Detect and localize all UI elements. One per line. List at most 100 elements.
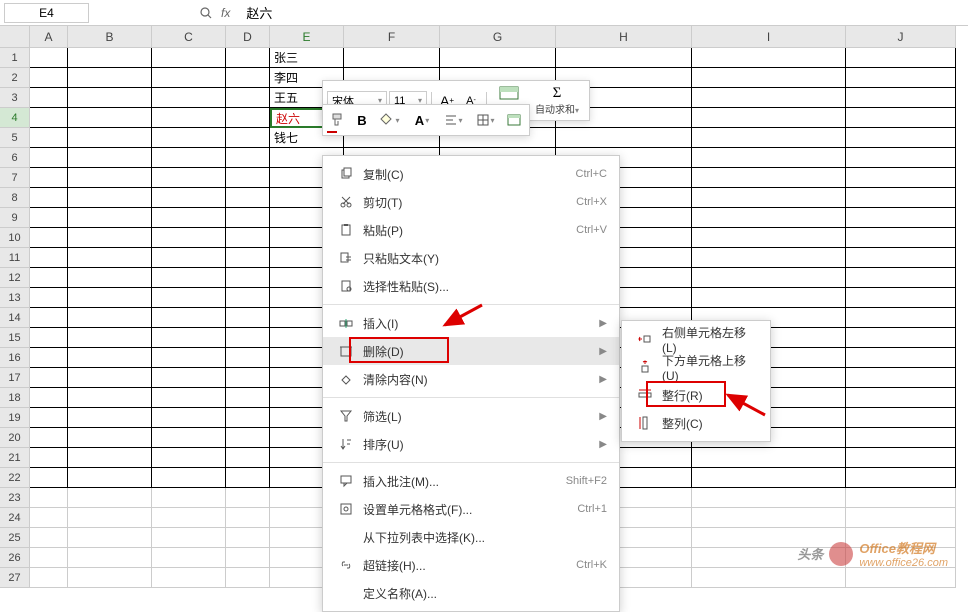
bold-button[interactable]: B — [351, 109, 373, 131]
col-header-E[interactable]: E — [270, 26, 344, 48]
cell-A24[interactable] — [30, 508, 68, 528]
cell-C15[interactable] — [152, 328, 226, 348]
cell-B4[interactable] — [68, 108, 152, 128]
cell-A20[interactable] — [30, 428, 68, 448]
cell-I13[interactable] — [692, 288, 846, 308]
cell-reference-box[interactable]: E4 — [4, 3, 89, 23]
cell-D11[interactable] — [226, 248, 270, 268]
cell-D21[interactable] — [226, 448, 270, 468]
cell-I4[interactable] — [692, 108, 846, 128]
cell-I27[interactable] — [692, 568, 846, 588]
cell-I21[interactable] — [692, 448, 846, 468]
cell-D19[interactable] — [226, 408, 270, 428]
cell-J5[interactable] — [846, 128, 956, 148]
cell-B24[interactable] — [68, 508, 152, 528]
cell-B1[interactable] — [68, 48, 152, 68]
cell-B3[interactable] — [68, 88, 152, 108]
cell-C10[interactable] — [152, 228, 226, 248]
fx-label[interactable]: fx — [221, 6, 230, 20]
cell-A26[interactable] — [30, 548, 68, 568]
cell-A25[interactable] — [30, 528, 68, 548]
cell-J2[interactable] — [846, 68, 956, 88]
cell-F1[interactable] — [344, 48, 440, 68]
cell-B11[interactable] — [68, 248, 152, 268]
cell-C27[interactable] — [152, 568, 226, 588]
cell-J12[interactable] — [846, 268, 956, 288]
cell-C19[interactable] — [152, 408, 226, 428]
menu-item-item[interactable]: 定义名称(A)... — [323, 579, 619, 607]
row-header-23[interactable]: 23 — [0, 488, 30, 508]
cell-D27[interactable] — [226, 568, 270, 588]
cell-D17[interactable] — [226, 368, 270, 388]
cell-C11[interactable] — [152, 248, 226, 268]
cell-A13[interactable] — [30, 288, 68, 308]
cell-D6[interactable] — [226, 148, 270, 168]
row-header-27[interactable]: 27 — [0, 568, 30, 588]
col-header-D[interactable]: D — [226, 26, 270, 48]
menu-item-cut[interactable]: 剪切(T)Ctrl+X — [323, 188, 619, 216]
cell-D9[interactable] — [226, 208, 270, 228]
cell-D13[interactable] — [226, 288, 270, 308]
cell-H1[interactable] — [556, 48, 692, 68]
cell-A7[interactable] — [30, 168, 68, 188]
cell-C17[interactable] — [152, 368, 226, 388]
cell-B23[interactable] — [68, 488, 152, 508]
cell-J13[interactable] — [846, 288, 956, 308]
row-header-3[interactable]: 3 — [0, 88, 30, 108]
cell-J4[interactable] — [846, 108, 956, 128]
cell-J9[interactable] — [846, 208, 956, 228]
cell-I6[interactable] — [692, 148, 846, 168]
cell-B26[interactable] — [68, 548, 152, 568]
cell-B6[interactable] — [68, 148, 152, 168]
menu-item-delete[interactable]: 删除(D)▶ — [323, 337, 619, 365]
cell-B9[interactable] — [68, 208, 152, 228]
cell-B5[interactable] — [68, 128, 152, 148]
cell-A6[interactable] — [30, 148, 68, 168]
cell-C18[interactable] — [152, 388, 226, 408]
row-header-1[interactable]: 1 — [0, 48, 30, 68]
menu-item-sort[interactable]: 排序(U)▶ — [323, 430, 619, 458]
submenu-item-shift-up[interactable]: 下方单元格上移(U) — [622, 353, 770, 381]
cell-J15[interactable] — [846, 328, 956, 348]
row-header-21[interactable]: 21 — [0, 448, 30, 468]
cell-A19[interactable] — [30, 408, 68, 428]
menu-item-comment[interactable]: 插入批注(M)...Shift+F2 — [323, 467, 619, 495]
autosum-button[interactable]: Σ 自动求和▾ — [529, 85, 585, 116]
cell-D25[interactable] — [226, 528, 270, 548]
cell-J22[interactable] — [846, 468, 956, 488]
col-header-G[interactable]: G — [440, 26, 556, 48]
cell-I10[interactable] — [692, 228, 846, 248]
row-header-5[interactable]: 5 — [0, 128, 30, 148]
cell-B16[interactable] — [68, 348, 152, 368]
cell-C2[interactable] — [152, 68, 226, 88]
cell-A4[interactable] — [30, 108, 68, 128]
cell-I22[interactable] — [692, 468, 846, 488]
cell-C22[interactable] — [152, 468, 226, 488]
row-header-14[interactable]: 14 — [0, 308, 30, 328]
cell-A15[interactable] — [30, 328, 68, 348]
cell-A3[interactable] — [30, 88, 68, 108]
cell-D23[interactable] — [226, 488, 270, 508]
cell-I8[interactable] — [692, 188, 846, 208]
cell-C4[interactable] — [152, 108, 226, 128]
row-header-26[interactable]: 26 — [0, 548, 30, 568]
cell-B14[interactable] — [68, 308, 152, 328]
row-header-7[interactable]: 7 — [0, 168, 30, 188]
cell-J14[interactable] — [846, 308, 956, 328]
menu-item-paste[interactable]: 粘贴(P)Ctrl+V — [323, 216, 619, 244]
cell-J16[interactable] — [846, 348, 956, 368]
cell-B18[interactable] — [68, 388, 152, 408]
search-icon[interactable] — [199, 6, 213, 20]
menu-item-link[interactable]: 超链接(H)...Ctrl+K — [323, 551, 619, 579]
col-header-A[interactable]: A — [30, 26, 68, 48]
cell-C9[interactable] — [152, 208, 226, 228]
cell-I12[interactable] — [692, 268, 846, 288]
row-header-13[interactable]: 13 — [0, 288, 30, 308]
cell-J7[interactable] — [846, 168, 956, 188]
cell-D7[interactable] — [226, 168, 270, 188]
row-header-18[interactable]: 18 — [0, 388, 30, 408]
cell-I23[interactable] — [692, 488, 846, 508]
cell-C14[interactable] — [152, 308, 226, 328]
cell-A14[interactable] — [30, 308, 68, 328]
cell-C7[interactable] — [152, 168, 226, 188]
